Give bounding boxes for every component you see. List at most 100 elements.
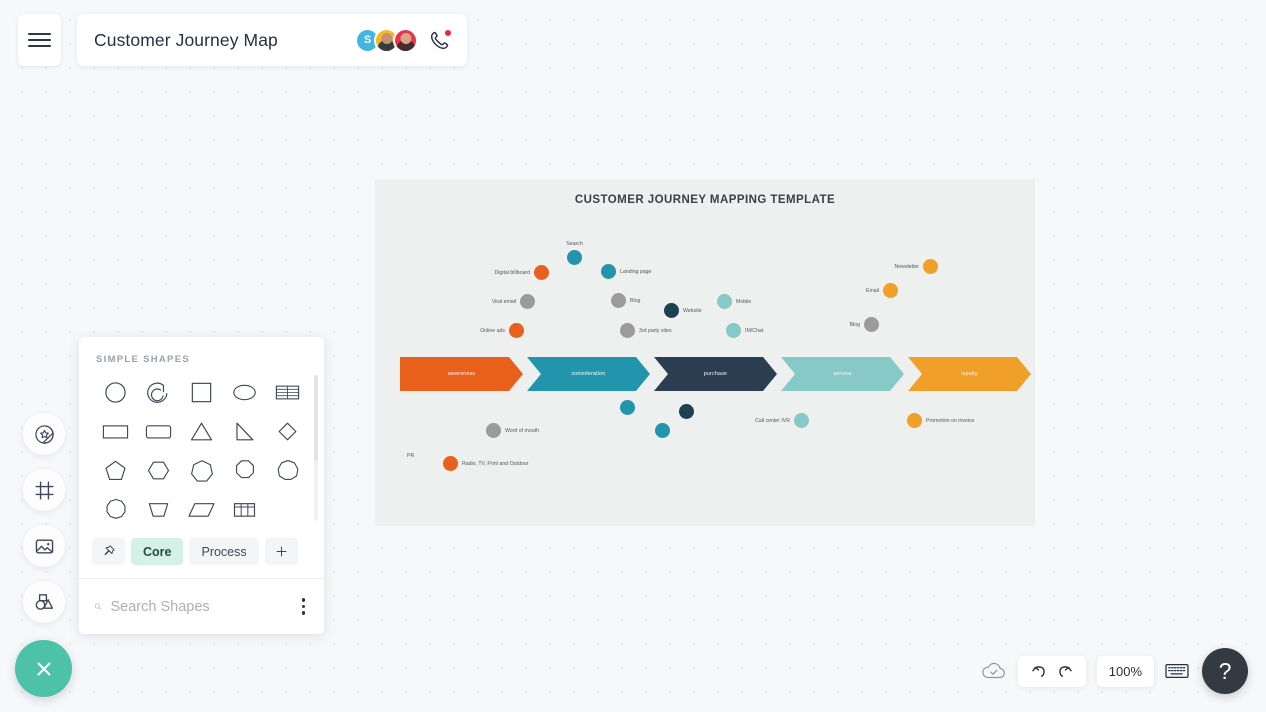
touchpoint-node[interactable]: Word of mouth [486,423,539,438]
touchpoint-dot [534,265,549,280]
touchpoint-node[interactable]: Blog [850,317,879,332]
sidebar-item-images[interactable] [23,525,65,567]
shape-square[interactable] [180,376,223,408]
page-title[interactable]: Customer Journey Map [94,30,355,51]
shape-search-row [79,578,324,634]
shape-diamond[interactable] [266,415,309,447]
phone-call-button[interactable] [429,28,452,51]
shape-circle[interactable] [94,376,137,408]
left-tool-rail [23,413,65,637]
shape-right-triangle[interactable] [223,415,266,447]
shape-ellipse[interactable] [223,376,266,408]
touchpoint-node[interactable]: Mobile [717,294,751,309]
journey-stage-consideration[interactable]: consideration [527,357,650,391]
app-root: Customer Journey Map S SIMPLE SHAPES Cor… [0,0,1266,712]
canvas-artboard[interactable]: CUSTOMER JOURNEY MAPPING TEMPLATE Search… [375,179,1035,526]
avatar[interactable] [393,27,418,53]
touchpoint-node[interactable]: Call center IVR [755,413,809,428]
search-input[interactable] [110,598,298,615]
shape-pentagon[interactable] [94,454,137,486]
journey-stage-awareness[interactable]: awareness [400,357,523,391]
hamburger-menu-icon [28,29,51,51]
journey-stage-purchase[interactable]: purchase [654,357,777,391]
touchpoint-node[interactable]: Blog [611,293,640,308]
sidebar-item-frames[interactable] [23,469,65,511]
sidebar-item-stickers[interactable] [23,413,65,455]
document-title-bar: Customer Journey Map S [77,14,467,66]
call-notification-badge [444,28,452,37]
touchpoint-node[interactable]: Search [566,241,583,265]
touchpoint-label: Search [566,241,583,247]
shape-nonagon[interactable] [266,454,309,486]
touchpoint-dot [679,404,694,419]
touchpoint-node[interactable]: 3rd party sites [620,323,672,338]
shapes-scrollbar-track[interactable] [314,375,318,521]
journey-stage-loyalty[interactable]: loyalty [908,357,1031,391]
keyboard-shortcuts-button[interactable] [1165,662,1189,680]
touchpoint-node[interactable]: IM/Chat [726,323,763,338]
hamburger-menu-button[interactable] [18,14,61,66]
touchpoint-node[interactable] [620,400,635,415]
tab-pinned[interactable] [92,538,125,565]
touchpoint-node[interactable]: Landing page [601,264,651,279]
pin-icon [104,545,115,556]
frame-icon [34,480,54,500]
shape-octagon[interactable] [223,454,266,486]
touchpoint-node[interactable]: Radio, TV, Print and Outdoor [443,456,528,471]
touchpoint-label: Blog [630,297,641,304]
sidebar-item-shapes[interactable] [23,581,65,623]
touchpoint-node[interactable] [679,404,694,419]
sticker-star-icon [34,424,54,444]
shape-arc[interactable] [137,376,180,408]
touchpoint-dot [611,293,626,308]
undo-button[interactable] [1027,660,1050,683]
touchpoint-label: Email [866,287,879,294]
touchpoint-label: Blog [849,321,860,328]
image-icon [35,539,53,553]
shape-heptagon[interactable] [180,454,223,486]
touchpoint-node[interactable]: Viral email [492,294,535,309]
add-library-button[interactable] [264,538,298,565]
tab-process[interactable]: Process [189,538,259,565]
shape-hexagon[interactable] [137,454,180,486]
touchpoint-label: Promotion on invoice [926,417,975,424]
journey-stage-service[interactable]: service [781,357,904,391]
shape-decagon[interactable] [94,493,137,525]
help-button[interactable]: ? [1202,648,1248,694]
shape-parallelogram[interactable] [180,493,223,525]
zoom-level-button[interactable]: 100% [1096,655,1154,687]
touchpoint-node[interactable]: Newsletter [894,259,938,274]
bottom-toolbar: 100% ? [981,648,1248,694]
shape-grid-container [79,365,324,532]
shape-rectangle[interactable] [94,415,137,447]
touchpoint-label: Word of mouth [505,427,539,434]
kebab-menu-icon[interactable] [298,594,310,619]
touchpoint-label: PR [407,453,415,459]
tab-core[interactable]: Core [131,538,184,565]
touchpoint-node[interactable]: Promotion on invoice [907,413,974,428]
shape-triangle[interactable] [180,415,223,447]
close-panel-fab[interactable] [15,640,72,697]
journey-stage-label: loyalty [961,371,978,377]
touchpoint-dot [883,283,898,298]
touchpoint-label: Digital billboard [494,269,530,276]
shapes-scrollbar-thumb[interactable] [314,375,318,461]
redo-button[interactable] [1054,660,1077,683]
touchpoint-dot [794,413,809,428]
artboard-title: CUSTOMER JOURNEY MAPPING TEMPLATE [574,194,836,206]
cloud-save-status-button[interactable] [981,661,1007,681]
touchpoint-node[interactable]: Email [866,283,898,298]
touchpoint-node[interactable]: Online ads [480,323,524,338]
touchpoint-node[interactable]: Website [664,303,702,318]
touchpoint-label: 3rd party sites [639,327,672,334]
touchpoint-node[interactable]: Digital billboard [495,265,549,280]
keyboard-icon [1165,664,1189,678]
shape-table-rows[interactable] [266,376,309,408]
shape-rounded-rectangle[interactable] [137,415,180,447]
shape-trapezoid[interactable] [137,493,180,525]
touchpoint-dot [664,303,679,318]
touchpoint-node[interactable] [655,423,670,438]
panel-heading: SIMPLE SHAPES [96,354,190,365]
touchpoint-label: Radio, TV, Print and Outdoor [462,460,529,467]
shape-table-grid[interactable] [223,493,266,525]
